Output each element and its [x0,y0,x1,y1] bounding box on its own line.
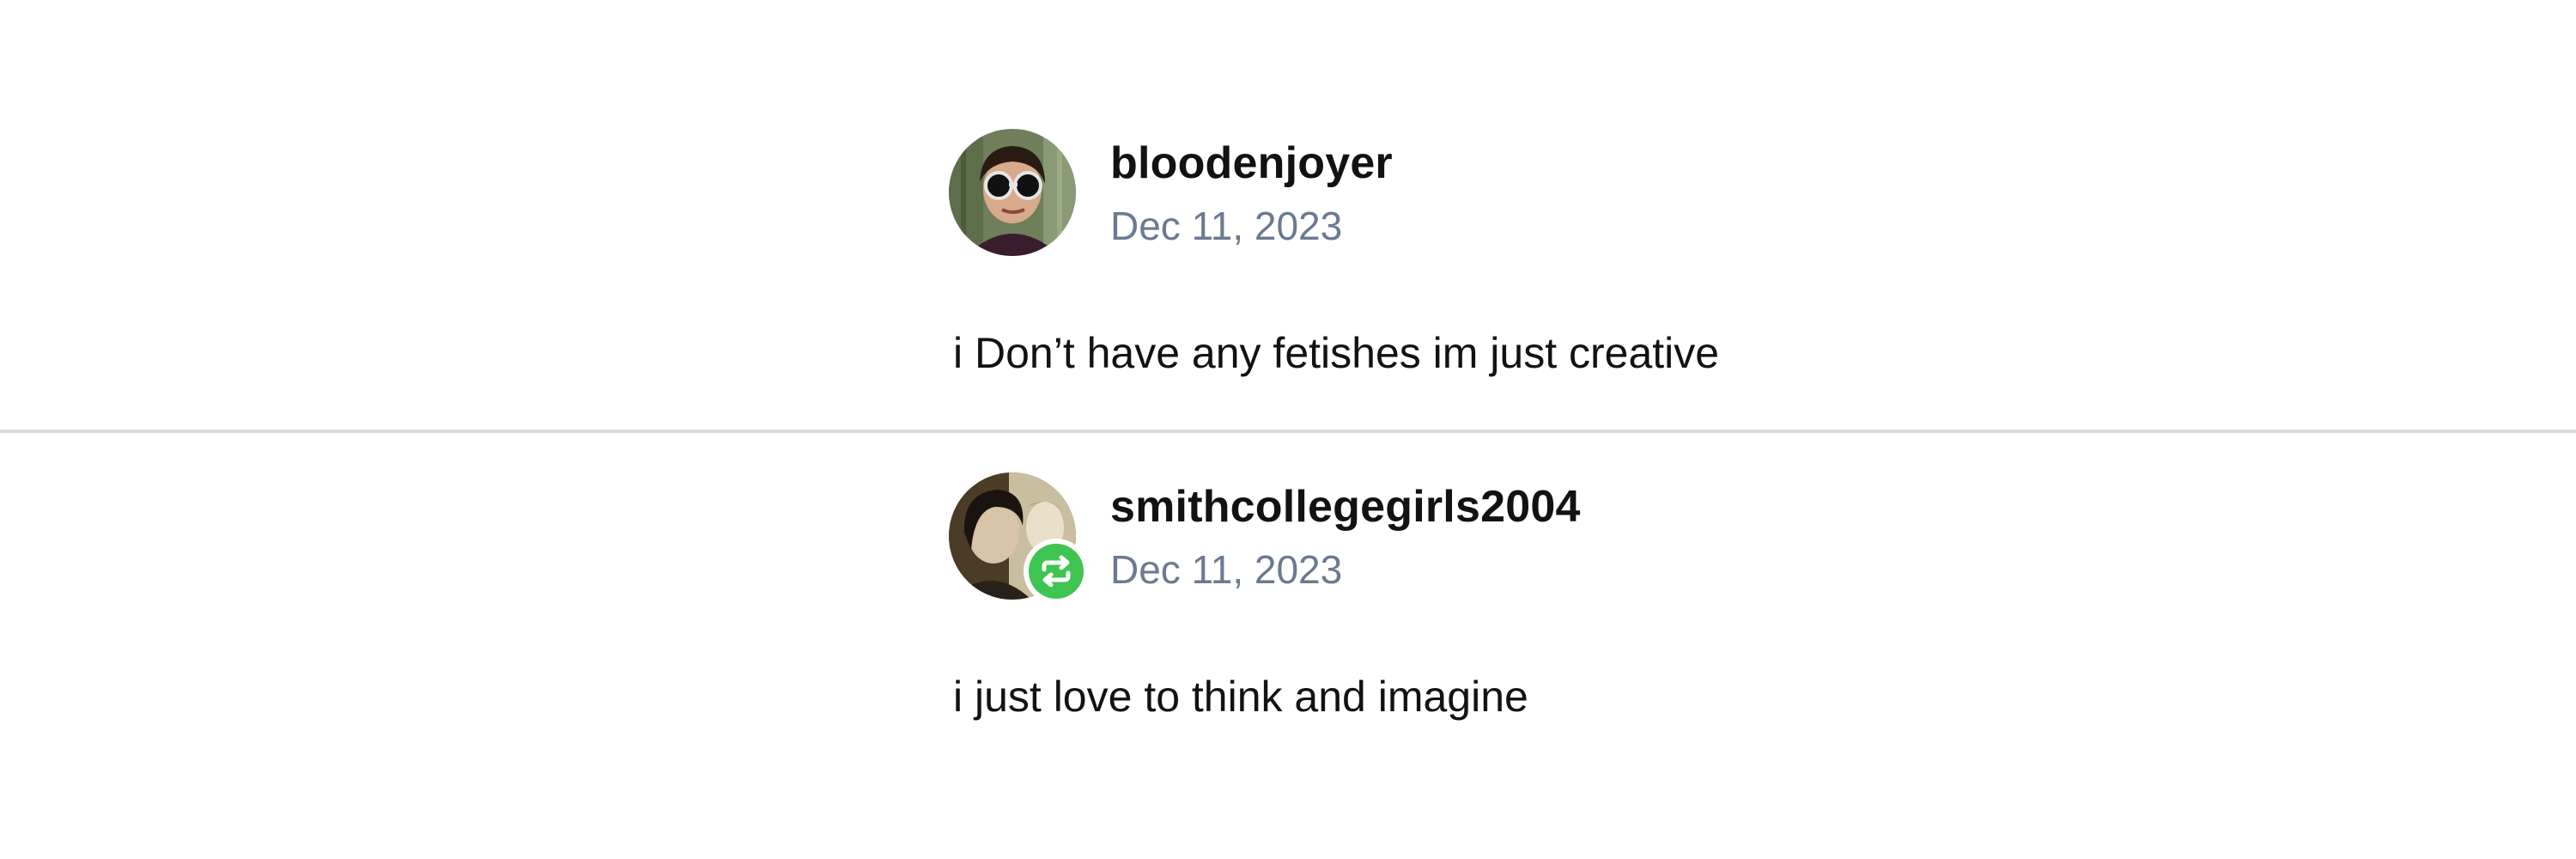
post-date[interactable]: Dec 11, 2023 [1110,546,1342,593]
post-username[interactable]: bloodenjoyer [1110,137,1393,189]
post-body: i just love to think and imagine [953,673,1528,721]
post-body: i Don’t have any fetishes im just creati… [953,329,1720,377]
reblog-icon [1042,555,1071,588]
reblog-badge [1024,539,1089,604]
post-username[interactable]: smithcollegegirls2004 [1110,481,1581,533]
post-item: smithcollegegirls2004 Dec 11, 2023 i jus… [0,433,2576,859]
post-item: bloodenjoyer Dec 11, 2023 i Don’t have a… [0,0,2576,431]
avatar[interactable] [949,129,1076,256]
avatar-image [949,129,1076,256]
post-date[interactable]: Dec 11, 2023 [1110,203,1342,249]
